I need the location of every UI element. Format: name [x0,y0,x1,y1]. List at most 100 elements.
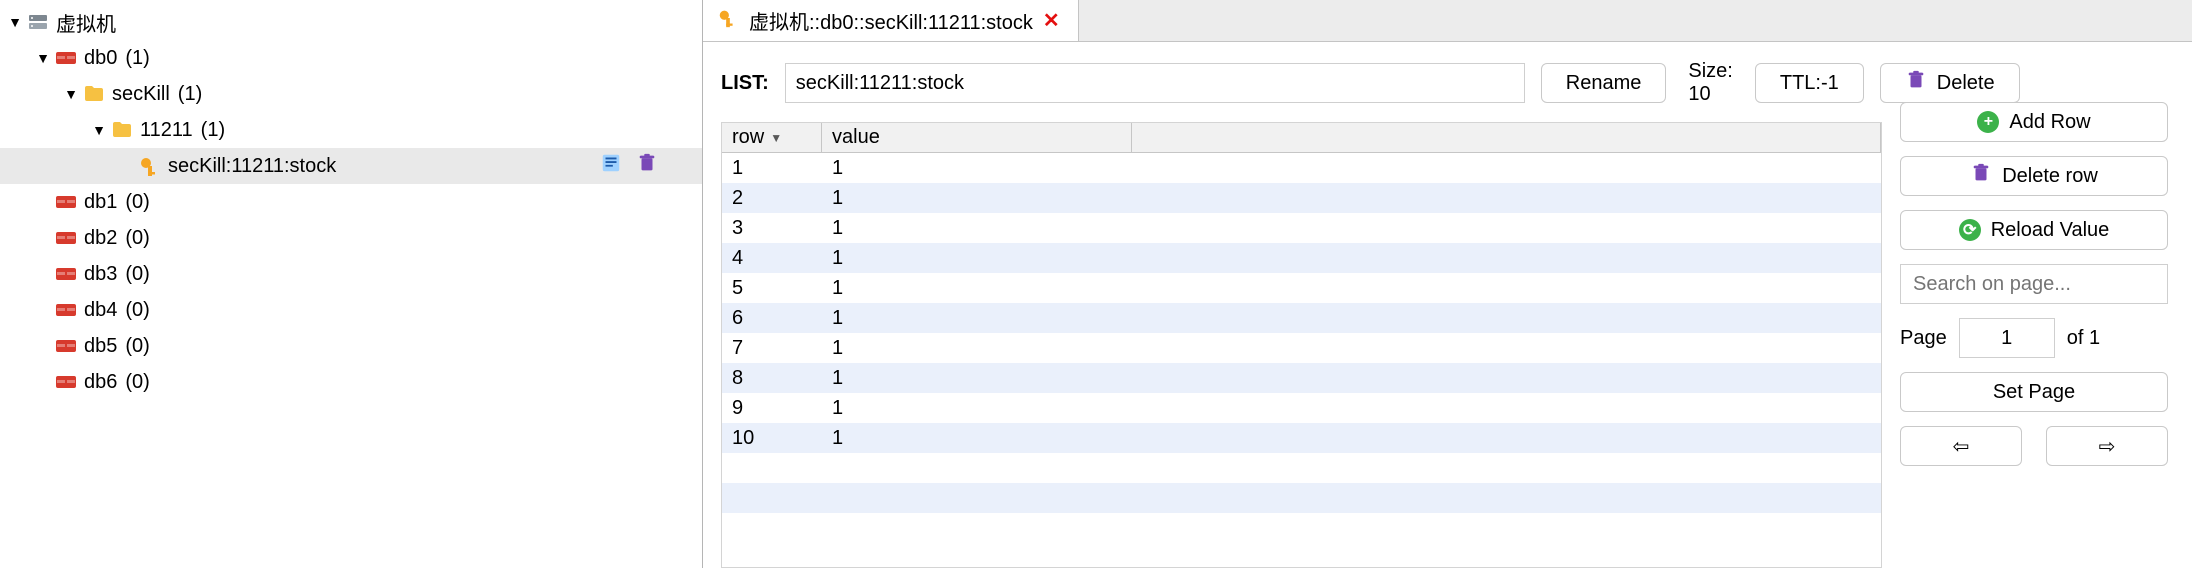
table-row-empty [722,513,1881,543]
add-row-button[interactable]: + Add Row [1900,102,2168,142]
button-label: Rename [1566,72,1642,95]
page-input[interactable] [1959,318,2055,358]
close-icon[interactable]: ✕ [1043,8,1060,33]
bricks-icon [52,370,80,394]
arrow-left-icon: ⇦ [1953,434,1970,459]
cell-row: 7 [722,337,822,360]
bricks-icon [52,190,80,214]
button-label: TTL:-1 [1780,72,1839,95]
button-label: Delete row [2002,165,2098,188]
tree-node-label: 虚拟机 [56,8,116,37]
button-label: Set Page [1993,381,2075,404]
tree-node-label: db6 [84,371,117,394]
tree-node-label: secKill:11211:stock [168,155,336,178]
expand-icon[interactable]: ▼ [6,14,24,30]
column-label: row [732,126,764,149]
tree-node-db5[interactable]: db5 (0) [0,328,702,364]
table-row[interactable]: 41 [722,243,1881,273]
plus-icon: + [1977,111,1999,133]
bricks-icon [52,46,80,70]
page-row: Page of 1 [1900,318,2168,358]
page-of-label: of 1 [2067,327,2100,350]
tree-node-seckill[interactable]: ▼ secKill (1) [0,76,702,112]
table-row[interactable]: 11 [722,153,1881,183]
tree-node-label: db5 [84,335,117,358]
tree-node-db3[interactable]: db3 (0) [0,256,702,292]
tree-node-count: (1) [201,119,225,142]
prev-page-button[interactable]: ⇦ [1900,426,2022,466]
ttl-button[interactable]: TTL:-1 [1755,63,1864,103]
cell-row: 10 [722,427,822,450]
column-label: value [832,126,880,149]
bricks-icon [52,262,80,286]
reload-icon: ⟳ [1959,219,1981,241]
tree-node-key[interactable]: secKill:11211:stock [0,148,702,184]
rename-button[interactable]: Rename [1541,63,1667,103]
expand-icon[interactable]: ▼ [90,122,108,138]
tree-node-count: (0) [125,335,149,358]
tree-node-label: db3 [84,263,117,286]
next-page-button[interactable]: ⇨ [2046,426,2168,466]
table-row-empty [722,453,1881,483]
cell-row: 5 [722,277,822,300]
column-rest [1132,123,1881,152]
delete-row-button[interactable]: Delete row [1900,156,2168,196]
table-row[interactable]: 51 [722,273,1881,303]
key-type-label: LIST: [721,72,769,95]
tree-node-db0[interactable]: ▼ db0 (1) [0,40,702,76]
table-row[interactable]: 91 [722,393,1881,423]
sort-icon: ▼ [770,131,782,145]
cell-row: 8 [722,367,822,390]
column-row[interactable]: row ▼ [722,123,822,152]
table-row[interactable]: 101 [722,423,1881,453]
table-row[interactable]: 81 [722,363,1881,393]
cell-row: 2 [722,187,822,210]
table-body: 112131415161718191101 [722,153,1881,567]
column-value[interactable]: value [822,123,1132,152]
tree-node-label: db0 [84,47,117,70]
cell-value: 1 [822,427,1132,450]
tree-node-label: db1 [84,191,117,214]
cell-row: 6 [722,307,822,330]
expand-icon[interactable]: ▼ [62,86,80,102]
tree-node-11211[interactable]: ▼ 11211 (1) [0,112,702,148]
key-icon [136,154,164,178]
search-input[interactable] [1900,264,2168,304]
tree-node-label: 11211 [140,119,193,142]
expand-icon[interactable]: ▼ [34,50,52,66]
tabbar: 虚拟机::db0::secKill:11211:stock ✕ [703,0,2192,42]
tab-key[interactable]: 虚拟机::db0::secKill:11211:stock ✕ [703,0,1079,41]
tree-node-count: (1) [178,83,202,106]
keybar: LIST: Rename Size: 10 TTL:-1 Delete [721,60,1882,106]
reload-value-button[interactable]: ⟳ Reload Value [1900,210,2168,250]
cell-value: 1 [822,187,1132,210]
edit-icon[interactable] [600,152,622,180]
table-row[interactable]: 31 [722,213,1881,243]
tree-node-count: (0) [125,191,149,214]
sidebar: ▼ 虚拟机 ▼ db0 (1) ▼ secKill (1) ▼ 11211 (1… [0,0,703,568]
tree-node-count: (1) [125,47,149,70]
set-page-button[interactable]: Set Page [1900,372,2168,412]
center-column: LIST: Rename Size: 10 TTL:-1 Delete row ▼… [703,42,1892,568]
tree-node-db2[interactable]: db2 (0) [0,220,702,256]
tree-node-label: db2 [84,227,117,250]
bricks-icon [52,334,80,358]
size-text: Size: 10 [1688,60,1732,106]
cell-value: 1 [822,307,1132,330]
tree-node-server[interactable]: ▼ 虚拟机 [0,4,702,40]
tree-node-db1[interactable]: db1 (0) [0,184,702,220]
cell-value: 1 [822,157,1132,180]
table-row-empty [722,483,1881,513]
trash-icon[interactable] [636,152,658,180]
tree-node-db4[interactable]: db4 (0) [0,292,702,328]
table-row[interactable]: 61 [722,303,1881,333]
key-name-input[interactable] [785,63,1525,103]
tree-node-count: (0) [125,263,149,286]
table-row[interactable]: 21 [722,183,1881,213]
cell-value: 1 [822,217,1132,240]
page-label: Page [1900,327,1947,350]
tree-node-db6[interactable]: db6 (0) [0,364,702,400]
cell-value: 1 [822,337,1132,360]
tab-title: 虚拟机::db0::secKill:11211:stock [749,6,1033,35]
table-row[interactable]: 71 [722,333,1881,363]
